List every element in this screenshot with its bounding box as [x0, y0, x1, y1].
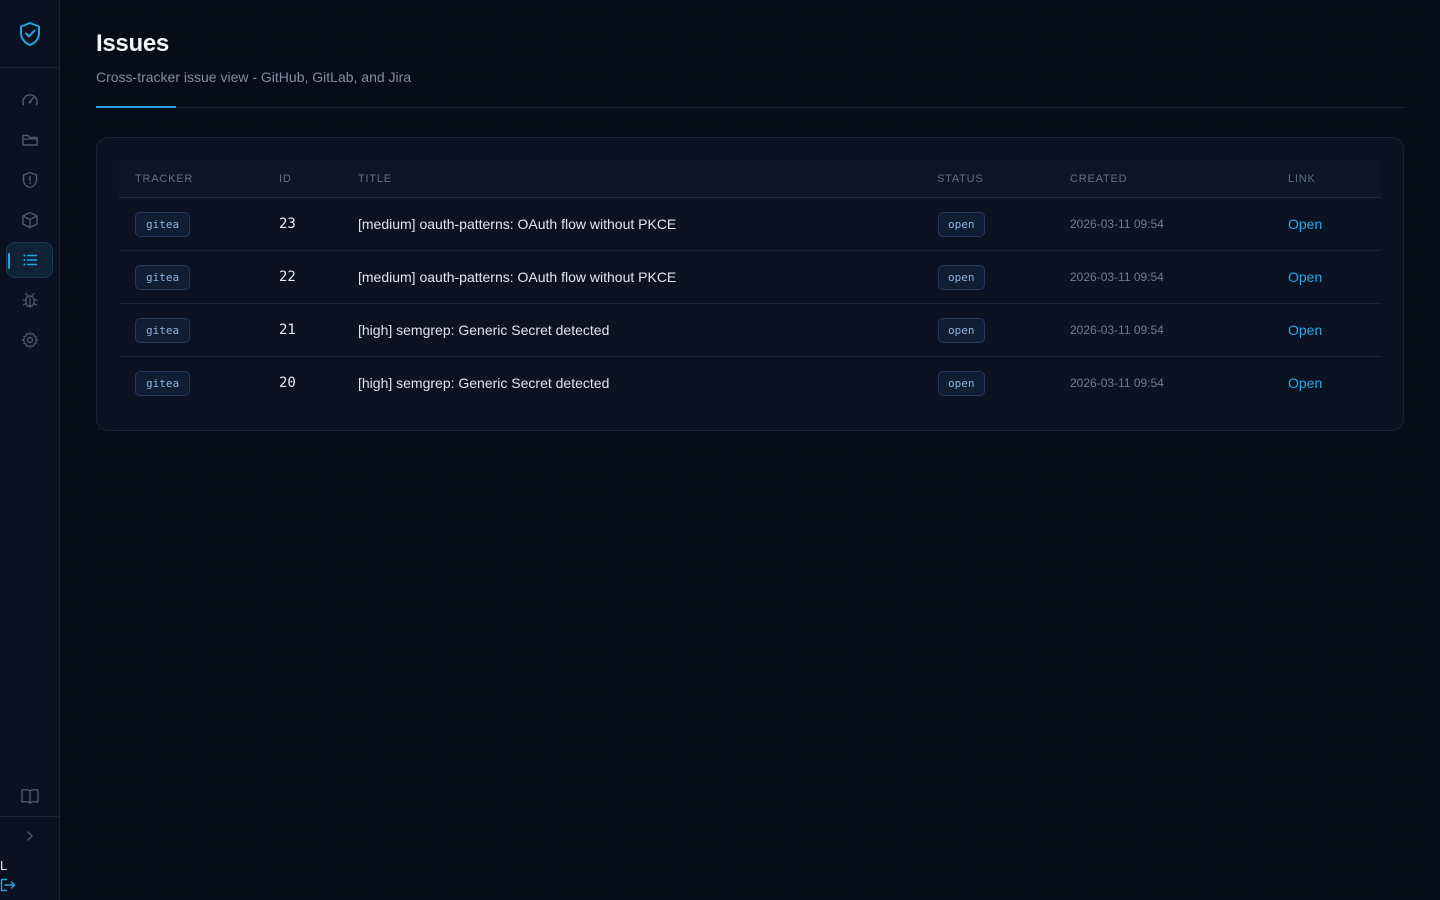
book-icon: [20, 789, 39, 804]
issues-card: TRACKER ID TITLE STATUS CREATED LINK git…: [96, 137, 1404, 431]
bug-icon: [21, 292, 38, 308]
sidebar-divider: [0, 816, 59, 817]
issue-open-link[interactable]: Open: [1288, 322, 1322, 338]
logout-icon: [0, 878, 16, 892]
created-date: 2026-03-11 09:54: [1070, 376, 1164, 390]
app-logo[interactable]: [0, 0, 59, 68]
column-header-status[interactable]: STATUS: [937, 173, 984, 185]
page-subtitle: Cross-tracker issue view - GitHub, GitLa…: [96, 69, 412, 85]
expand-sidebar-button[interactable]: [6, 818, 53, 854]
sidebar-item-findings[interactable]: [6, 162, 53, 198]
header-accent-bar: [96, 106, 176, 108]
issue-title: [medium] oauth-patterns: OAuth flow with…: [358, 269, 677, 285]
docs-button[interactable]: [6, 778, 53, 814]
issues-table: TRACKER ID TITLE STATUS CREATED LINK git…: [119, 160, 1381, 410]
gauge-icon: [21, 94, 38, 106]
tracker-badge: gitea: [135, 317, 191, 343]
status-badge: open: [938, 211, 985, 237]
table-row[interactable]: gitea 22 [medium] oauth-patterns: OAuth …: [119, 251, 1381, 304]
package-icon: [21, 211, 38, 229]
issue-id: 22: [279, 269, 296, 285]
status-badge: open: [938, 264, 985, 290]
issue-id: 21: [279, 322, 296, 338]
column-header-created[interactable]: CREATED: [1070, 173, 1127, 185]
sidebar-item-settings[interactable]: [6, 322, 53, 358]
sidebar-item-packages[interactable]: [6, 202, 53, 238]
issue-title: [high] semgrep: Generic Secret detected: [358, 375, 610, 391]
table-row[interactable]: gitea 21 [high] semgrep: Generic Secret …: [119, 304, 1381, 357]
header-divider: [96, 107, 1404, 108]
table-header: TRACKER ID TITLE STATUS CREATED LINK: [119, 160, 1381, 198]
chevron-right-icon: [26, 831, 33, 841]
logout-button[interactable]: [0, 878, 18, 894]
issue-open-link[interactable]: Open: [1288, 216, 1322, 232]
status-badge: open: [938, 370, 985, 396]
folder-icon: [21, 134, 38, 146]
column-header-link[interactable]: LINK: [1288, 173, 1316, 185]
shield-alert-icon: [22, 171, 37, 189]
list-icon: [23, 254, 37, 266]
issue-title: [medium] oauth-patterns: OAuth flow with…: [358, 216, 677, 232]
created-date: 2026-03-11 09:54: [1070, 323, 1164, 337]
tracker-badge: gitea: [135, 264, 191, 290]
issue-id: 23: [279, 216, 296, 232]
shield-check-icon: [19, 21, 40, 46]
status-badge: open: [938, 317, 985, 343]
sidebar-item-bugs[interactable]: [6, 282, 53, 318]
issue-title: [high] semgrep: Generic Secret detected: [358, 322, 610, 338]
sidebar: L: [0, 0, 60, 900]
created-date: 2026-03-11 09:54: [1070, 270, 1164, 284]
sidebar-item-issues[interactable]: [6, 242, 53, 278]
page-title: Issues: [96, 30, 169, 57]
tracker-badge: gitea: [135, 370, 191, 396]
table-row[interactable]: gitea 23 [medium] oauth-patterns: OAuth …: [119, 198, 1381, 251]
issue-id: 20: [279, 375, 296, 391]
created-date: 2026-03-11 09:54: [1070, 217, 1164, 231]
gear-icon: [21, 331, 38, 349]
issue-open-link[interactable]: Open: [1288, 269, 1322, 285]
sidebar-item-projects[interactable]: [6, 122, 53, 158]
sidebar-item-dashboard[interactable]: [6, 82, 53, 118]
table-row[interactable]: gitea 20 [high] semgrep: Generic Secret …: [119, 357, 1381, 410]
issue-open-link[interactable]: Open: [1288, 375, 1322, 391]
tracker-badge: gitea: [135, 211, 191, 237]
column-header-id[interactable]: ID: [279, 173, 292, 185]
user-avatar-initial[interactable]: L: [0, 858, 7, 873]
column-header-tracker[interactable]: TRACKER: [135, 173, 193, 185]
column-header-title[interactable]: TITLE: [358, 173, 392, 185]
